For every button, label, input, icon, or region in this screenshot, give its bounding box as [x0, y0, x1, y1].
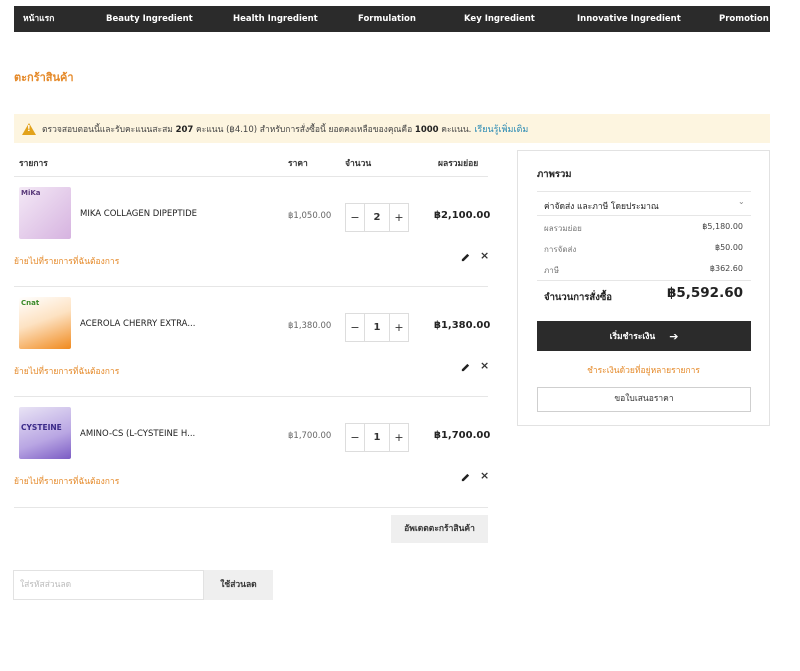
nav-item-formulation[interactable]: Formulation: [358, 6, 416, 32]
quantity-value[interactable]: 2: [364, 204, 390, 231]
column-header-price: ราคา: [288, 159, 308, 169]
product-price: ฿1,700.00: [288, 431, 332, 441]
quantity-stepper: − 2 +: [345, 203, 409, 232]
arrow-right-icon: ➔: [669, 329, 679, 343]
remove-icon[interactable]: ×: [480, 469, 489, 482]
quantity-stepper: − 1 +: [345, 423, 409, 452]
shipping-value: ฿50.00: [715, 243, 743, 252]
column-header-item: รายการ: [19, 159, 48, 169]
column-header-qty: จำนวน: [345, 159, 372, 169]
reward-points-alert: ตรวจสอบตอนนี้และรับคะแนนสะสม 207 คะแนน (…: [14, 114, 770, 143]
divider: [14, 507, 488, 508]
shipping-label: การจัดส่ง: [544, 245, 577, 254]
update-cart-button[interactable]: อัพเดตตะกร้าสินค้า: [391, 515, 488, 543]
product-price: ฿1,380.00: [288, 321, 332, 331]
row-subtotal: ฿1,380.00: [434, 320, 491, 331]
remove-icon[interactable]: ×: [480, 359, 489, 372]
quantity-stepper: − 1 +: [345, 313, 409, 342]
move-to-wishlist-link[interactable]: ย้ายไปที่รายการที่ฉันต้องการ: [14, 364, 119, 378]
edit-icon[interactable]: [460, 472, 471, 483]
learn-more-link[interactable]: เรียนรู้เพิ่มเติม: [474, 122, 528, 136]
nav-item-beauty-ingredient[interactable]: Beauty Ingredient: [106, 6, 193, 32]
nav-item-health-ingredient[interactable]: Health Ingredient: [233, 6, 318, 32]
decrease-qty-button[interactable]: −: [346, 424, 364, 451]
coupon-input[interactable]: [13, 570, 204, 600]
summary-title: ภาพรวม: [537, 169, 572, 180]
multi-address-checkout-link[interactable]: ชำระเงินด้วยที่อยู่หลายรายการ: [518, 363, 769, 377]
top-nav: หน้าแรก Beauty Ingredient Health Ingredi…: [14, 6, 770, 32]
subtotal-label: ผลรวมย่อย: [544, 224, 582, 233]
product-thumbnail[interactable]: Cnat: [19, 297, 71, 349]
quantity-value[interactable]: 1: [364, 424, 390, 451]
quantity-value[interactable]: 1: [364, 314, 390, 341]
edit-icon[interactable]: [460, 362, 471, 373]
cart-row: Cnat ACEROLA CHERRY EXTRA... ฿1,380.00 −…: [14, 287, 491, 397]
chevron-down-icon[interactable]: ⌄: [738, 197, 745, 206]
divider: [537, 280, 751, 281]
alert-message: ตรวจสอบตอนนี้และรับคะแนนสะสม 207 คะแนน (…: [42, 124, 472, 135]
cart-row: MiKa MIKA COLLAGEN DIPEPTIDE ฿1,050.00 −…: [14, 177, 491, 287]
increase-qty-button[interactable]: +: [390, 424, 408, 451]
order-total-value: ฿5,592.60: [666, 285, 743, 301]
divider: [537, 215, 751, 216]
divider: [537, 191, 751, 192]
product-name[interactable]: MIKA COLLAGEN DIPEPTIDE: [80, 209, 197, 219]
tax-label: ภาษี: [544, 266, 560, 275]
product-thumbnail[interactable]: CYSTEINE: [19, 407, 71, 459]
request-quote-button[interactable]: ขอใบเสนอราคา: [537, 387, 751, 412]
tax-value: ฿362.60: [709, 264, 743, 273]
nav-item-promotion[interactable]: Promotion: [719, 6, 769, 32]
move-to-wishlist-link[interactable]: ย้ายไปที่รายการที่ฉันต้องการ: [14, 254, 119, 268]
remove-icon[interactable]: ×: [480, 249, 489, 262]
cart-row: CYSTEINE AMINO-CS (L-CYSTEINE H... ฿1,70…: [14, 397, 491, 507]
shipping-estimate-toggle[interactable]: ค่าจัดส่ง และภาษี โดยประมาณ: [544, 199, 659, 213]
decrease-qty-button[interactable]: −: [346, 314, 364, 341]
edit-icon[interactable]: [460, 252, 471, 263]
row-subtotal: ฿2,100.00: [434, 210, 491, 221]
product-name[interactable]: AMINO-CS (L-CYSTEINE H...: [80, 429, 195, 439]
checkout-label: เริ่มชำระเงิน: [609, 332, 656, 342]
product-name[interactable]: ACEROLA CHERRY EXTRA...: [80, 319, 195, 329]
increase-qty-button[interactable]: +: [390, 204, 408, 231]
thumbnail-label: CYSTEINE: [21, 423, 62, 432]
nav-item-key-ingredient[interactable]: Key Ingredient: [464, 6, 535, 32]
thumbnail-label: Cnat: [21, 299, 40, 307]
warning-icon: [22, 122, 36, 135]
nav-item-home[interactable]: หน้าแรก: [23, 6, 54, 32]
thumbnail-label: MiKa: [21, 189, 41, 197]
apply-coupon-button[interactable]: ใช้ส่วนลด: [204, 570, 273, 600]
order-summary: ภาพรวม ค่าจัดส่ง และภาษี โดยประมาณ ⌄ ผลร…: [517, 150, 770, 426]
nav-item-innovative-ingredient[interactable]: Innovative Ingredient: [577, 6, 681, 32]
increase-qty-button[interactable]: +: [390, 314, 408, 341]
product-thumbnail[interactable]: MiKa: [19, 187, 71, 239]
row-subtotal: ฿1,700.00: [434, 430, 491, 441]
column-header-subtotal: ผลรวมย่อย: [438, 159, 479, 169]
product-price: ฿1,050.00: [288, 211, 332, 221]
page-title: ตะกร้าสินค้า: [14, 71, 74, 84]
subtotal-value: ฿5,180.00: [702, 222, 743, 231]
order-total-label: จำนวนการสั่งซื้อ: [544, 292, 613, 303]
decrease-qty-button[interactable]: −: [346, 204, 364, 231]
checkout-button[interactable]: เริ่มชำระเงิน ➔: [537, 321, 751, 351]
move-to-wishlist-link[interactable]: ย้ายไปที่รายการที่ฉันต้องการ: [14, 474, 119, 488]
